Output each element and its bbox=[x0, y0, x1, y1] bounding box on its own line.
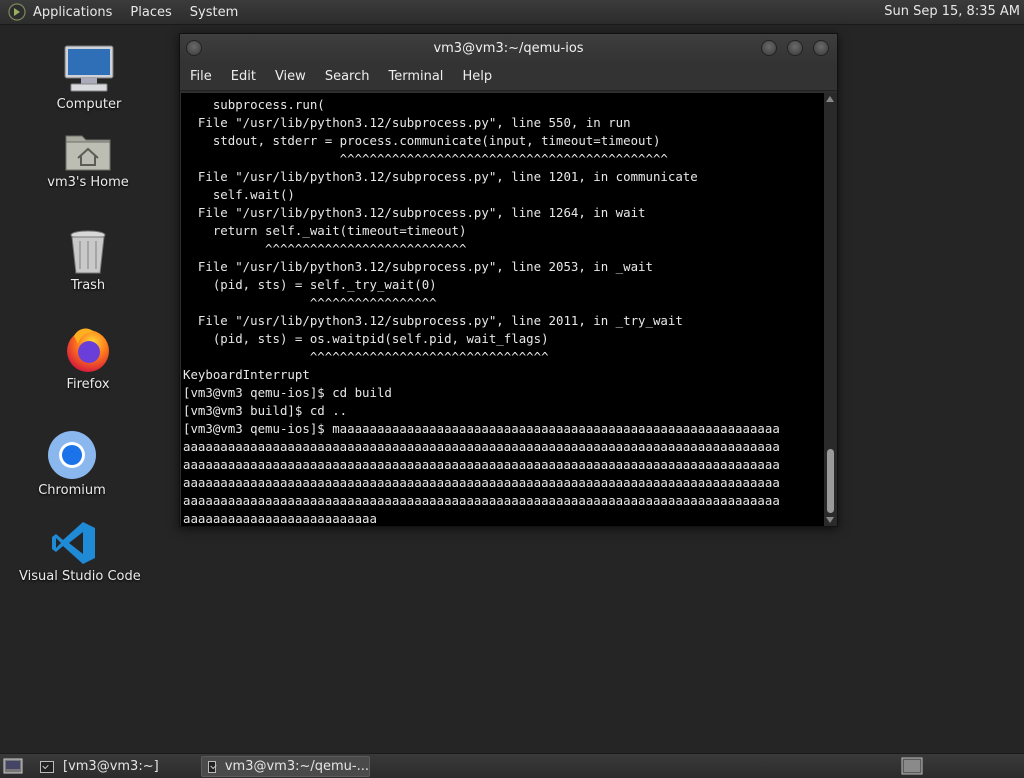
firefox-icon bbox=[67, 328, 109, 372]
terminal-line: ^^^^^^^^^^^^^^^^^^^^^^^^^^^^^^^^^^^^^^^^… bbox=[183, 151, 668, 166]
home-folder-icon bbox=[65, 135, 111, 171]
menu-edit[interactable]: Edit bbox=[231, 69, 256, 84]
terminal-window[interactable]: vm3@vm3:~/qemu-ios File Edit View Search… bbox=[179, 33, 838, 527]
terminal-line: subprocess.run( bbox=[183, 97, 325, 112]
top-panel: Applications Places System Sun Sep 15, 8… bbox=[0, 0, 1024, 25]
terminal-scrollbar[interactable] bbox=[824, 93, 837, 526]
window-titlebar[interactable]: vm3@vm3:~/qemu-ios bbox=[180, 34, 837, 63]
terminal-line: (pid, sts) = os.waitpid(self.pid, wait_f… bbox=[183, 331, 549, 346]
terminal-line: [vm3@vm3 qemu-ios]$ maaaaaaaaaaaaaaaaaaa… bbox=[183, 421, 780, 436]
taskbar-item-label: [vm3@vm3:~] bbox=[63, 759, 159, 774]
menu-view[interactable]: View bbox=[275, 69, 306, 84]
scroll-up-arrow-icon[interactable] bbox=[826, 96, 834, 102]
desktop-icon-label: Visual Studio Code bbox=[19, 569, 141, 584]
maximize-button[interactable] bbox=[787, 40, 803, 56]
terminal-line: File "/usr/lib/python3.12/subprocess.py"… bbox=[183, 115, 631, 130]
desktop-icon-vscode[interactable]: Visual Studio Code bbox=[19, 520, 141, 584]
desktop-icon-trash[interactable]: Trash bbox=[33, 229, 143, 293]
desktop-icon-label: Trash bbox=[70, 278, 106, 293]
terminal-line: aaaaaaaaaaaaaaaaaaaaaaaaaaaaaaaaaaaaaaaa… bbox=[183, 457, 780, 472]
desktop-icon-computer[interactable]: Computer bbox=[34, 44, 144, 112]
terminal-line: aaaaaaaaaaaaaaaaaaaaaaaaaaaaaaaaaaaaaaaa… bbox=[183, 475, 780, 490]
desktop-icon-label: Firefox bbox=[66, 377, 110, 392]
close-button[interactable] bbox=[813, 40, 829, 56]
terminal-output[interactable]: subprocess.run( File "/usr/lib/python3.1… bbox=[181, 93, 824, 526]
terminal-line: stdout, stderr = process.communicate(inp… bbox=[183, 133, 661, 148]
terminal-icon bbox=[40, 760, 54, 773]
terminal-line: self.wait() bbox=[183, 187, 295, 202]
desktop-icon-firefox[interactable]: Firefox bbox=[33, 326, 143, 392]
bottom-panel: [vm3@vm3:~] vm3@vm3:~/qemu-... bbox=[0, 753, 1024, 778]
terminal-line: ^^^^^^^^^^^^^^^^^^^^^^^^^^^ bbox=[183, 241, 467, 256]
terminal-line: ^^^^^^^^^^^^^^^^^ bbox=[183, 295, 437, 310]
desktop-icon-label: Computer bbox=[56, 97, 122, 112]
taskbar-item-home-terminal[interactable]: [vm3@vm3:~] bbox=[34, 756, 196, 777]
vscode-icon bbox=[52, 522, 95, 564]
menu-terminal[interactable]: Terminal bbox=[388, 69, 443, 84]
chromium-icon bbox=[48, 431, 96, 479]
scrollbar-thumb[interactable] bbox=[827, 449, 834, 513]
computer-icon bbox=[64, 45, 114, 92]
terminal-line: KeyboardInterrupt bbox=[183, 367, 310, 382]
desktop-icon-label: Chromium bbox=[38, 483, 106, 498]
terminal-line: (pid, sts) = self._try_wait(0) bbox=[183, 277, 437, 292]
minimize-button[interactable] bbox=[761, 40, 777, 56]
terminal-line: ^^^^^^^^^^^^^^^^^^^^^^^^^^^^^^^^ bbox=[183, 349, 549, 364]
terminal-line: File "/usr/lib/python3.12/subprocess.py"… bbox=[183, 259, 653, 274]
places-menu[interactable]: Places bbox=[130, 5, 171, 20]
distro-logo-icon[interactable] bbox=[8, 3, 26, 21]
terminal-line: [vm3@vm3 build]$ cd .. bbox=[183, 403, 348, 418]
terminal-menubar: File Edit View Search Terminal Help bbox=[180, 63, 837, 91]
taskbar-item-qemu-terminal[interactable]: vm3@vm3:~/qemu-... bbox=[201, 756, 370, 777]
terminal-line: File "/usr/lib/python3.12/subprocess.py"… bbox=[183, 169, 698, 184]
terminal-line: File "/usr/lib/python3.12/subprocess.py"… bbox=[183, 205, 646, 220]
desktop-icon-chromium[interactable]: Chromium bbox=[17, 430, 127, 498]
show-desktop-icon[interactable] bbox=[3, 758, 23, 774]
terminal-line: return self._wait(timeout=timeout) bbox=[183, 223, 467, 238]
applications-menu[interactable]: Applications bbox=[33, 5, 112, 20]
desktop-icon-home[interactable]: vm3's Home bbox=[33, 128, 143, 190]
terminal-icon bbox=[208, 760, 216, 773]
trash-icon bbox=[70, 230, 106, 274]
clock[interactable]: Sun Sep 15, 8:35 AM bbox=[884, 4, 1020, 19]
window-title: vm3@vm3:~/qemu-ios bbox=[433, 41, 584, 56]
scroll-down-arrow-icon[interactable] bbox=[826, 517, 834, 523]
menu-search[interactable]: Search bbox=[325, 69, 370, 84]
terminal-line: File "/usr/lib/python3.12/subprocess.py"… bbox=[183, 313, 683, 328]
terminal-line: [vm3@vm3 qemu-ios]$ cd build bbox=[183, 385, 392, 400]
menu-file[interactable]: File bbox=[190, 69, 212, 84]
window-menu-button[interactable] bbox=[186, 40, 202, 56]
terminal-line: aaaaaaaaaaaaaaaaaaaaaaaaaaaaaaaaaaaaaaaa… bbox=[183, 439, 780, 454]
taskbar-item-label: vm3@vm3:~/qemu-... bbox=[224, 759, 369, 774]
menu-help[interactable]: Help bbox=[462, 69, 492, 84]
system-menu[interactable]: System bbox=[190, 5, 238, 20]
terminal-line: aaaaaaaaaaaaaaaaaaaaaaaaaaaaaaaaaaaaaaaa… bbox=[183, 493, 780, 508]
terminal-line: aaaaaaaaaaaaaaaaaaaaaaaaaa bbox=[183, 511, 377, 526]
desktop-icon-label: vm3's Home bbox=[47, 175, 129, 190]
workspace-switcher-icon[interactable] bbox=[901, 757, 923, 775]
